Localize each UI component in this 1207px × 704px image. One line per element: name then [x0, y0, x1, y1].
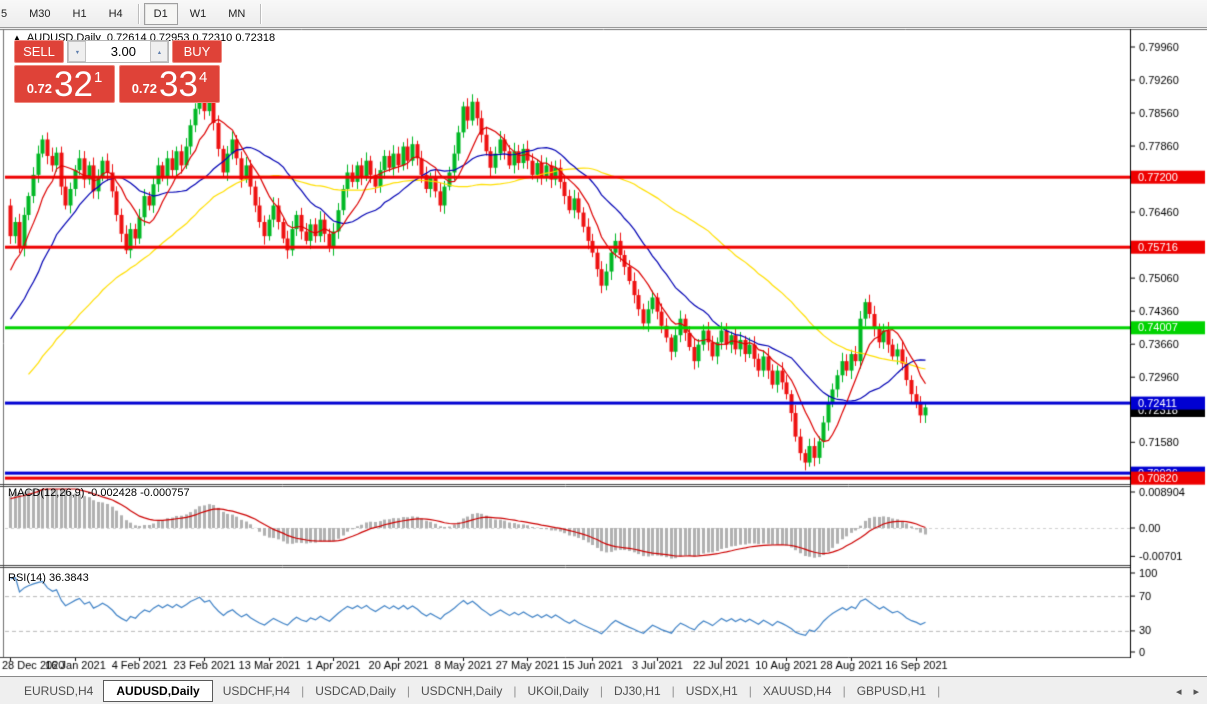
buy-price-display[interactable]: 0.72 33 4 — [119, 65, 220, 103]
timeframe-h4[interactable]: H4 — [99, 3, 133, 25]
chart-canvas[interactable] — [0, 0, 1207, 704]
chart-tab-dj30-h1[interactable]: DJ30,H1 — [604, 681, 671, 701]
volume-input[interactable]: 3.00 — [86, 41, 150, 62]
buy-price-big: 33 — [159, 65, 198, 104]
chart-tab-usdx-h1[interactable]: USDX,H1 — [676, 681, 748, 701]
macd-label: MACD(12,26,9) -0.002428 -0.000757 — [8, 487, 190, 499]
chart-tab-usdcad-daily[interactable]: USDCAD,Daily — [305, 681, 406, 701]
timeframe-toolbar: 5 M30 H1 H4 D1 W1 MN — [0, 0, 1207, 28]
chart-tab-bar: EURUSD,H4 AUDUSD,Daily USDCHF,H4 | USDCAD,Da… — [0, 676, 1207, 704]
chevron-down-icon: ▼ — [74, 48, 80, 55]
one-click-trading-panel: SELL ▼ 3.00 ▲ BUY 0.72 32 1 0.72 33 4 — [14, 40, 222, 103]
timeframe-mn[interactable]: MN — [218, 3, 255, 25]
tab-scroll-arrows: ◂ ▸ — [1176, 677, 1199, 704]
chart-tab-usdcnh-daily[interactable]: USDCNH,Daily — [411, 681, 512, 701]
rsi-label: RSI(14) 36.3843 — [8, 572, 89, 584]
chart-tab-gbpusd-h1[interactable]: GBPUSD,H1 — [847, 681, 936, 701]
tab-divider: | — [671, 683, 675, 698]
volume-decrease-button[interactable]: ▼ — [68, 41, 86, 62]
volume-stepper: ▼ 3.00 ▲ — [67, 40, 169, 63]
sell-price-display[interactable]: 0.72 32 1 — [14, 65, 115, 103]
toolbar-separator — [260, 3, 262, 24]
timeframe-w1[interactable]: W1 — [180, 3, 217, 25]
sell-price-sup: 1 — [93, 69, 103, 86]
buy-button[interactable]: BUY — [172, 40, 222, 63]
tabs-scroll-right-icon[interactable]: ▸ — [1193, 685, 1199, 698]
sell-price-prefix: 0.72 — [26, 81, 53, 96]
sell-price-big: 32 — [54, 65, 93, 104]
tab-divider: | — [748, 683, 752, 698]
tab-divider: | — [301, 683, 305, 698]
chart-tab-ukoil-daily[interactable]: UKOil,Daily — [517, 681, 598, 701]
tab-divider: | — [842, 683, 846, 698]
tabs-scroll-left-icon[interactable]: ◂ — [1176, 685, 1182, 698]
macd-title: MACD(12,26,9) — [8, 487, 85, 499]
timeframe-m30[interactable]: M30 — [19, 3, 60, 25]
chart-tab-xauusd-h4[interactable]: XAUUSD,H4 — [753, 681, 842, 701]
chart-tab-eurusd-h4[interactable]: EURUSD,H4 — [14, 681, 103, 701]
chart-tab-audusd-daily[interactable]: AUDUSD,Daily — [103, 679, 213, 702]
timeframe-d1[interactable]: D1 — [143, 2, 178, 25]
buy-price-sup: 4 — [198, 69, 208, 86]
timeframe-h1[interactable]: H1 — [63, 3, 97, 25]
buy-price-prefix: 0.72 — [131, 81, 158, 96]
tab-divider: | — [406, 683, 410, 698]
volume-increase-button[interactable]: ▲ — [150, 41, 168, 62]
sell-button[interactable]: SELL — [14, 40, 64, 63]
chart-tab-usdchf-h4[interactable]: USDCHF,H4 — [213, 681, 300, 701]
tab-divider: | — [937, 683, 941, 698]
tab-divider: | — [599, 683, 603, 698]
chevron-up-icon: ▲ — [156, 48, 162, 55]
rsi-value: 36.3843 — [48, 572, 89, 584]
macd-main-value: -0.002428 — [87, 487, 138, 499]
terminal-window: 5 M30 H1 H4 D1 W1 MN ▲ AUDUSD,Daily 0.72614 0.… — [0, 0, 1207, 704]
tab-divider: | — [513, 683, 517, 698]
timeframe-5[interactable]: 5 — [0, 3, 17, 25]
toolbar-separator — [137, 3, 139, 24]
rsi-title: RSI(14) — [8, 572, 46, 584]
macd-signal-value: -0.000757 — [140, 487, 190, 499]
